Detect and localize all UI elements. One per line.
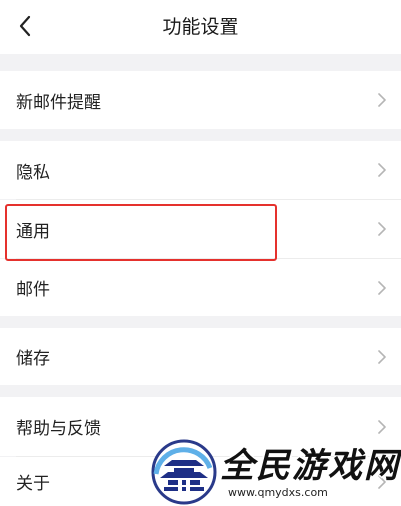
row-label: 帮助与反馈 bbox=[16, 419, 101, 439]
chevron-right-icon bbox=[378, 280, 386, 295]
chevron-right-icon bbox=[378, 419, 386, 434]
page-title: 功能设置 bbox=[162, 16, 239, 38]
row-label: 新邮件提醒 bbox=[16, 92, 101, 113]
row-storage[interactable]: 储存 bbox=[0, 328, 401, 385]
row-mail[interactable]: 邮件 bbox=[0, 259, 401, 316]
highlight-box bbox=[5, 204, 277, 261]
watermark-title: 全民游戏网 bbox=[220, 446, 400, 486]
chevron-right-icon bbox=[378, 222, 386, 236]
row-privacy[interactable]: 隐私 bbox=[0, 141, 401, 199]
watermark: 全民游戏网 www.qmydxs.com bbox=[150, 438, 401, 506]
row-label: 关于 bbox=[16, 474, 50, 494]
chevron-right-icon bbox=[378, 93, 386, 107]
row-label: 邮件 bbox=[16, 280, 50, 300]
pagoda-logo-icon bbox=[151, 439, 217, 505]
watermark-url: www.qmydxs.com bbox=[228, 486, 328, 499]
row-label: 隐私 bbox=[16, 162, 50, 183]
chevron-right-icon bbox=[378, 163, 386, 177]
top-bar: 功能设置 bbox=[0, 0, 401, 54]
row-new-mail-reminder[interactable]: 新邮件提醒 bbox=[0, 71, 401, 129]
chevron-right-icon bbox=[378, 349, 386, 364]
row-label: 储存 bbox=[16, 349, 50, 369]
